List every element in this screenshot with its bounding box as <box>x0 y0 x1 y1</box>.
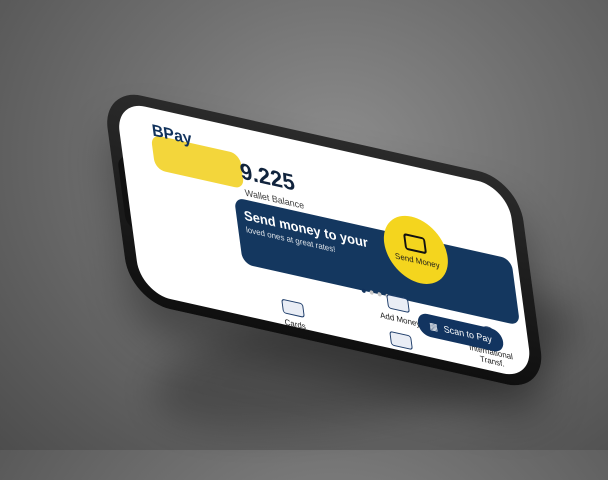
send-money-icon <box>402 232 427 254</box>
phone-frame: BPay 9.225 Wallet Balance Send money to … <box>102 86 547 394</box>
carousel-dot[interactable] <box>361 288 366 294</box>
send-money-label: Send Money <box>394 250 441 270</box>
scan-to-pay-label: Scan to Pay <box>443 323 493 345</box>
show-qr-tile[interactable]: Show QR code <box>277 330 340 371</box>
cards-tile[interactable]: Cards <box>262 294 325 335</box>
card-icon <box>281 298 305 319</box>
qr-icon <box>295 334 320 354</box>
intl-money-transfer-label: International Money Transfer <box>376 347 433 377</box>
transfer-icon <box>389 330 413 351</box>
promo-title: Send money to your <box>243 207 369 251</box>
cards-label: Cards <box>283 317 307 332</box>
photo-scene: BPay 9.225 Wallet Balance Send money to … <box>0 0 608 457</box>
scan-icon: ▦ <box>428 319 439 333</box>
show-qr-label: Show QR code <box>282 349 337 371</box>
phone-screen: BPay 9.225 Wallet Balance Send money to … <box>115 99 534 381</box>
